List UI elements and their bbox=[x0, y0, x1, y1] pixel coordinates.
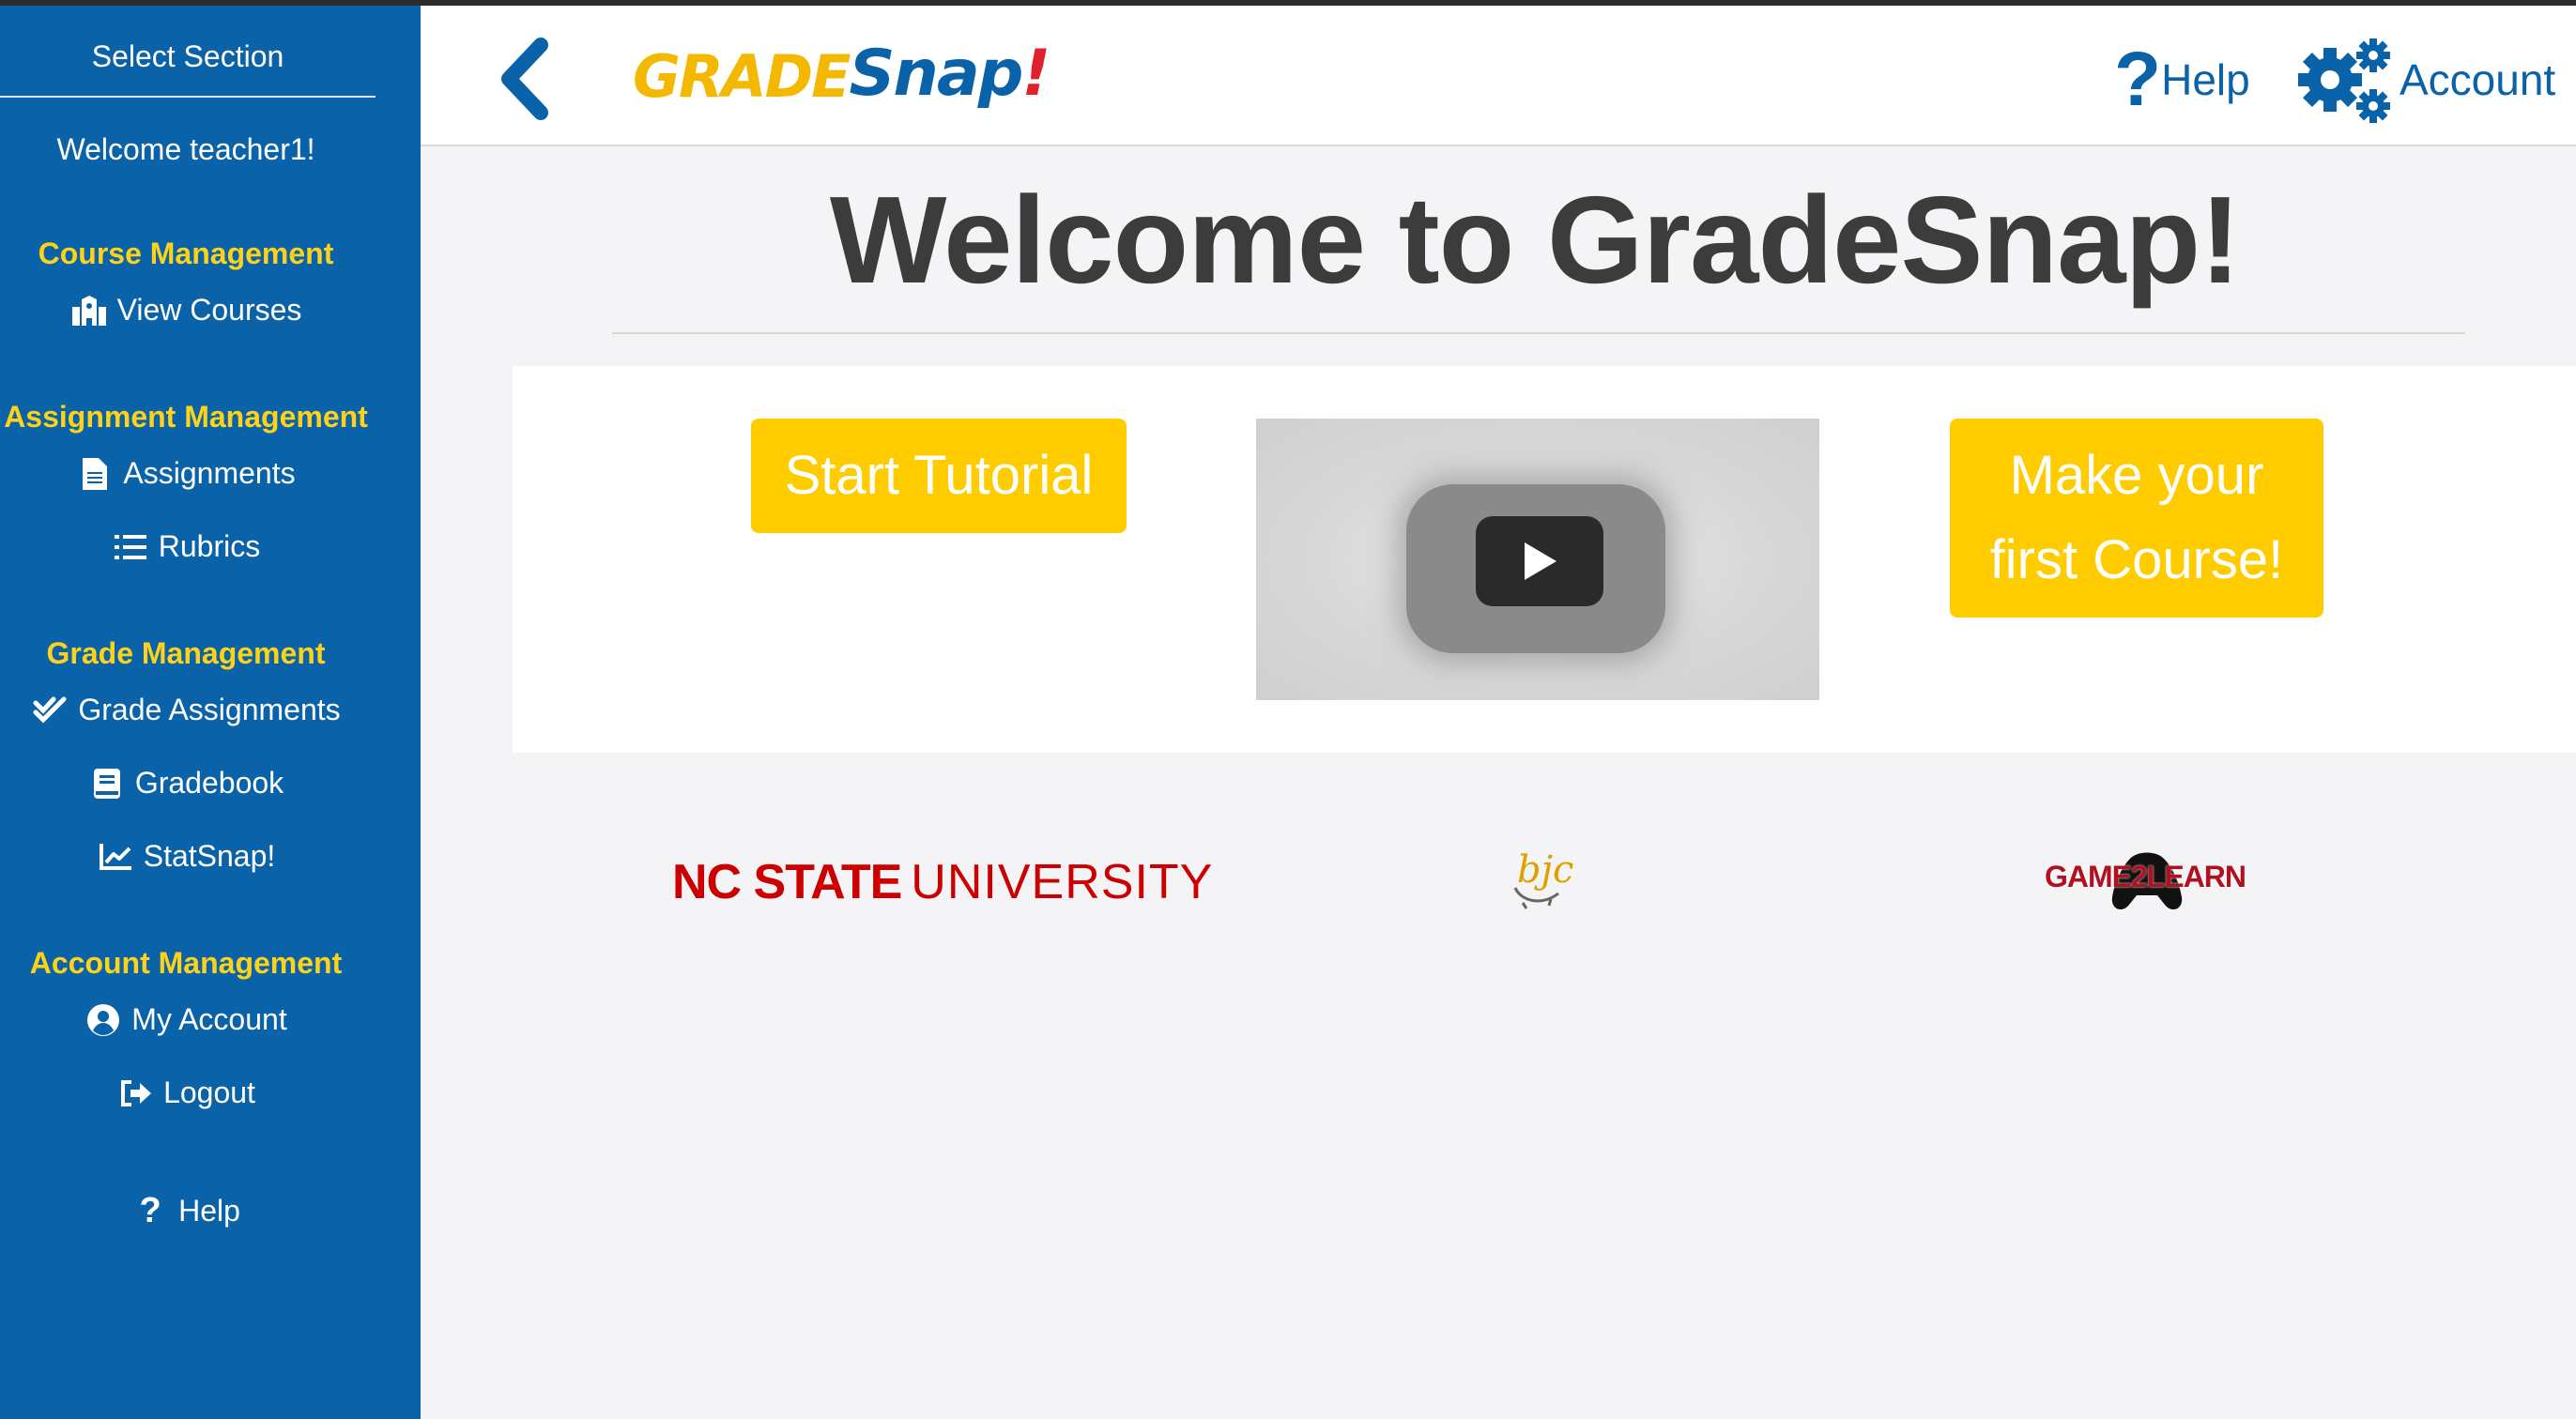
sidebar-item-label: Rubrics bbox=[158, 529, 261, 563]
sidebar-item-label: Help bbox=[178, 1194, 240, 1228]
book-icon bbox=[88, 767, 126, 801]
sidebar-item-gradebook[interactable]: Gradebook bbox=[0, 766, 372, 801]
start-tutorial-label: Start Tutorial bbox=[784, 445, 1094, 506]
double-check-icon bbox=[31, 694, 69, 727]
back-button[interactable] bbox=[486, 32, 561, 126]
list-icon bbox=[112, 530, 149, 564]
start-tutorial-button[interactable]: Start Tutorial bbox=[751, 419, 1127, 533]
school-icon bbox=[70, 294, 108, 328]
sidebar-item-view-courses[interactable]: View Courses bbox=[0, 293, 372, 328]
sidebar-item-label: My Account bbox=[131, 1002, 287, 1036]
sidebar-title: Select Section bbox=[91, 39, 284, 73]
video-play-button[interactable] bbox=[1476, 516, 1603, 606]
gears-icon bbox=[2298, 38, 2390, 123]
section-heading-assignment-management: Assignment Management bbox=[4, 400, 368, 434]
make-first-course-button[interactable]: Make your first Course! bbox=[1950, 419, 2323, 618]
sidebar-item-help[interactable]: ? Help bbox=[0, 1191, 372, 1230]
sidebar-item-label: Grade Assignments bbox=[78, 693, 341, 726]
sidebar-item-statsnap[interactable]: StatSnap! bbox=[0, 839, 372, 874]
sidebar-item-rubrics[interactable]: Rubrics bbox=[0, 529, 372, 564]
chevron-left-icon bbox=[501, 38, 548, 120]
sidebar-item-my-account[interactable]: My Account bbox=[0, 1002, 372, 1037]
question-icon: ? bbox=[2114, 37, 2162, 122]
game2learn-logo[interactable]: GAME2LEARN bbox=[2037, 837, 2262, 931]
sign-out-icon bbox=[116, 1076, 154, 1110]
section-heading-course-management: Course Management bbox=[38, 236, 334, 270]
page-title: Welcome to GradeSnap! bbox=[829, 171, 2241, 309]
play-icon bbox=[1525, 542, 1556, 580]
header-help-label: Help bbox=[2161, 55, 2250, 104]
gradesnap-logo[interactable]: GRADE Snap ! bbox=[633, 36, 1050, 111]
ncsu-logo[interactable]: NC STATE UNIVERSITY bbox=[672, 854, 1213, 910]
bjc-logo[interactable]: bjc bbox=[1502, 845, 1577, 920]
sidebar-item-label: Gradebook bbox=[134, 766, 284, 800]
line-chart-icon bbox=[97, 840, 134, 874]
sidebar-divider bbox=[0, 96, 376, 98]
document-icon bbox=[76, 457, 114, 491]
sidebar-item-grade-assignments[interactable]: Grade Assignments bbox=[0, 693, 372, 727]
make-first-course-line2: first Course! bbox=[1989, 529, 2284, 590]
header-account-link[interactable]: Account bbox=[2296, 38, 2556, 123]
section-heading-account-management: Account Management bbox=[29, 946, 343, 980]
sidebar-item-logout[interactable]: Logout bbox=[0, 1076, 372, 1110]
window-top-border bbox=[0, 0, 2576, 6]
bjc-letters: bjc bbox=[1517, 848, 1574, 892]
sidebar-item-label: Assignments bbox=[123, 456, 296, 490]
header-help-link[interactable]: ? Help bbox=[2114, 38, 2250, 122]
question-icon: ? bbox=[139, 1191, 161, 1230]
title-divider bbox=[612, 332, 2465, 334]
sidebar-item-label: Logout bbox=[163, 1076, 255, 1109]
sidebar-item-assignments[interactable]: Assignments bbox=[0, 456, 372, 491]
make-first-course-line1: Make your bbox=[2009, 445, 2264, 506]
sidebar-item-label: StatSnap! bbox=[143, 839, 276, 873]
tutorial-video[interactable] bbox=[1256, 419, 1819, 700]
sidebar: Select Section Welcome teacher1! Course … bbox=[0, 6, 421, 1419]
section-heading-grade-management: Grade Management bbox=[46, 636, 326, 670]
sidebar-item-label: View Courses bbox=[116, 293, 302, 327]
welcome-message: Welcome teacher1! bbox=[56, 132, 315, 166]
top-header: GRADE Snap ! ? Help Account bbox=[421, 6, 2576, 146]
user-circle-icon bbox=[84, 1003, 122, 1037]
header-account-label: Account bbox=[2400, 55, 2556, 104]
